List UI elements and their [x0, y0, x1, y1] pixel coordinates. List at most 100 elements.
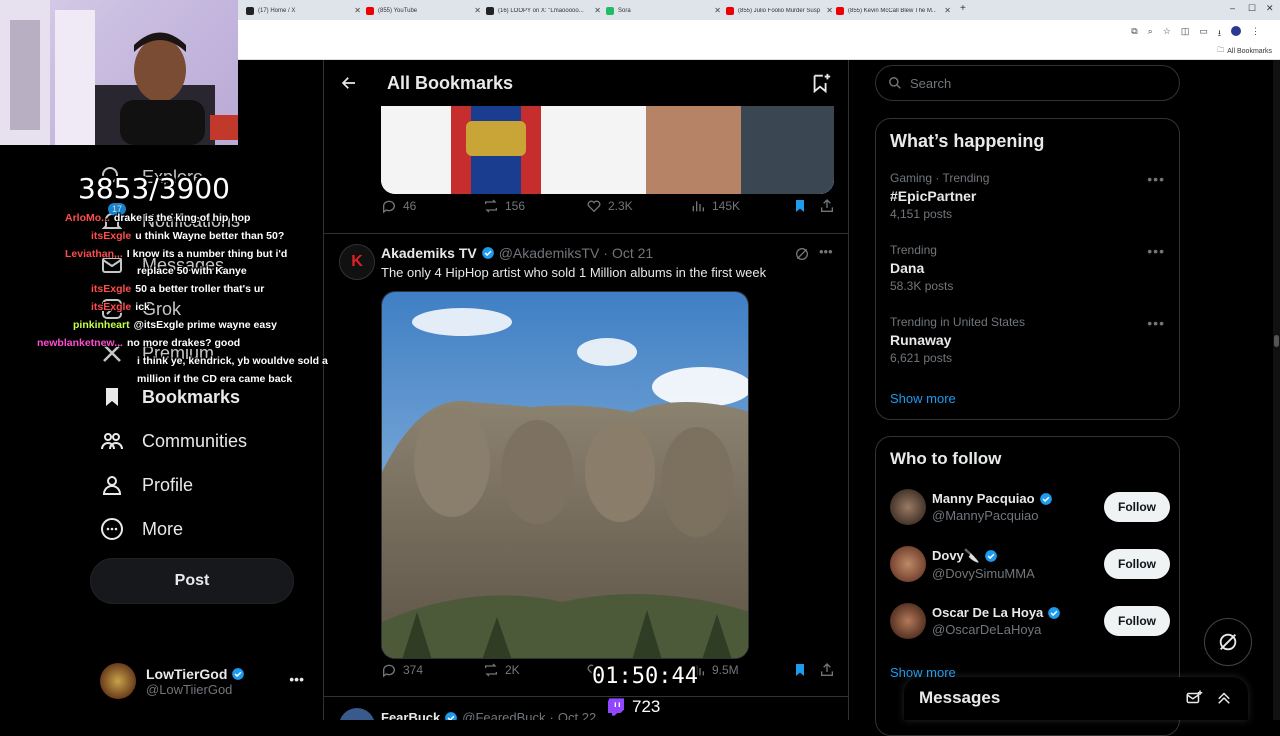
close-icon[interactable]: ✕: [944, 6, 951, 15]
tweet-author[interactable]: Akademiks TV: [381, 245, 477, 261]
scrollbar-thumb[interactable]: [1274, 335, 1279, 347]
more-dots-icon[interactable]: •••: [819, 244, 833, 259]
trend-item[interactable]: Gaming · Trending #EpicPartner 4,151 pos…: [890, 171, 989, 221]
close-icon[interactable]: ✕: [826, 6, 833, 15]
sidebar-icon[interactable]: ▭: [1199, 26, 1208, 42]
nav-communities[interactable]: Communities: [100, 429, 247, 453]
follow-suggestion[interactable]: Oscar De La Hoya @OscarDeLaHoya Follow: [890, 603, 1170, 639]
tab-title: (855) Julio Foolio Murder Susp...: [738, 7, 820, 14]
browser-tab[interactable]: (16) LOOPY on X: "Lmaooooo... ✕: [486, 3, 601, 18]
retweet-button[interactable]: 156: [483, 198, 525, 214]
minimize-icon[interactable]: –: [1230, 3, 1235, 13]
close-icon[interactable]: ✕: [474, 6, 481, 15]
bookmark-filled-icon[interactable]: [792, 662, 808, 678]
nav-profile[interactable]: Profile: [100, 473, 193, 497]
trend-name: #EpicPartner: [890, 188, 977, 204]
chat-username: itsExgle: [91, 283, 132, 295]
reply-button[interactable]: 46: [381, 198, 416, 214]
share-icon[interactable]: [819, 662, 835, 678]
bookmark-filled-icon[interactable]: [792, 198, 808, 214]
tweet-image[interactable]: [381, 291, 749, 659]
browser-tab[interactable]: (855) YouTube ✕: [366, 3, 481, 18]
tab-title: Sora: [618, 7, 631, 14]
youtube-icon: [726, 6, 734, 15]
retweet-count: 156: [505, 199, 526, 213]
more-dots-icon[interactable]: •••: [1147, 171, 1165, 187]
maximize-icon[interactable]: ☐: [1248, 3, 1256, 14]
follow-suggestion[interactable]: Dovy🔪 @DovySimuMMA Follow: [890, 546, 1170, 582]
close-icon[interactable]: ✕: [594, 6, 601, 15]
trend-item[interactable]: Trending in United States Runaway 6,621 …: [890, 315, 1025, 365]
more-dots-icon[interactable]: •••: [1147, 243, 1165, 259]
close-icon[interactable]: ✕: [354, 6, 361, 15]
tweet-author[interactable]: FearBuck: [381, 710, 440, 720]
tweet-header: FearBuck @FearedBuck · Oct 22: [381, 710, 596, 720]
grok-floating-button[interactable]: [1204, 618, 1252, 666]
avatar[interactable]: [339, 708, 375, 720]
communities-icon: [101, 433, 123, 450]
new-message-icon[interactable]: [1185, 689, 1203, 707]
new-tab-button[interactable]: +: [960, 3, 966, 14]
follow-button[interactable]: Follow: [1104, 492, 1170, 522]
zoom-icon[interactable]: ⌕: [1148, 26, 1153, 42]
post-button[interactable]: Post: [90, 558, 294, 604]
more-dots-icon[interactable]: •••: [1147, 315, 1165, 331]
close-icon[interactable]: ✕: [714, 6, 721, 15]
all-bookmarks-link[interactable]: All Bookmarks: [1227, 48, 1272, 55]
search-input[interactable]: Search: [875, 65, 1180, 101]
retweet-button[interactable]: 2K: [483, 662, 520, 678]
x-logo-icon: [246, 6, 254, 15]
avatar[interactable]: K: [339, 244, 375, 280]
chat-username: ArloMo...: [65, 212, 110, 224]
browser-tab[interactable]: Sora ✕: [606, 3, 721, 18]
views-button[interactable]: 145K: [690, 198, 740, 214]
follow-button[interactable]: Follow: [1104, 549, 1170, 579]
tweet-media[interactable]: [381, 106, 834, 194]
account-switcher[interactable]: LowTierGod @LowTiierGod •••: [100, 663, 310, 699]
trend-count: 6,621 posts: [890, 351, 953, 365]
nav-more[interactable]: More: [100, 517, 183, 541]
profile-avatar[interactable]: [1231, 26, 1241, 36]
browser-tab[interactable]: (17) Home / X ✕: [246, 3, 361, 18]
search-placeholder: Search: [910, 75, 952, 91]
browser-tab-strip: (17) Home / X ✕ (855) YouTube ✕ (16) LOO…: [238, 0, 1280, 20]
grok-icon[interactable]: [794, 246, 810, 262]
window-close-icon[interactable]: ✕: [1266, 3, 1274, 14]
tweet-handle[interactable]: @FearedBuck: [462, 710, 545, 720]
follow-suggestion[interactable]: Manny Pacquiao @MannyPacquiao Follow: [890, 489, 1170, 525]
nav-label: Communities: [142, 430, 248, 451]
akademiks-logo-icon: K: [351, 253, 363, 270]
install-icon[interactable]: ⧉: [1131, 26, 1137, 42]
download-icon[interactable]: ⭳: [1218, 26, 1221, 42]
back-arrow-icon[interactable]: [340, 74, 358, 92]
main-column: All Bookmarks 46 156 2.3K 145K K Akademi…: [323, 60, 849, 720]
chevron-up-icon[interactable]: [1215, 689, 1233, 707]
tweet-date[interactable]: Oct 22: [558, 710, 596, 720]
more-dots-icon[interactable]: •••: [289, 671, 304, 687]
scrollbar[interactable]: [1273, 60, 1280, 720]
trend-item[interactable]: Trending Dana 58.3K posts: [890, 243, 953, 293]
browser-tab[interactable]: (855) Julio Foolio Murder Susp... ✕: [726, 3, 833, 18]
account-handle: @OscarDeLaHoya: [932, 622, 1042, 637]
star-icon[interactable]: ☆: [1163, 26, 1171, 42]
follow-button[interactable]: Follow: [1104, 606, 1170, 636]
show-more-link[interactable]: Show more: [890, 391, 956, 406]
menu-icon[interactable]: ⋮: [1251, 26, 1260, 42]
youtube-icon: [836, 6, 844, 15]
tweet-date[interactable]: Oct 21: [612, 245, 653, 261]
retweet-icon: [485, 199, 497, 213]
messages-drawer[interactable]: Messages: [904, 677, 1248, 720]
reply-button[interactable]: 374: [381, 662, 423, 678]
verified-badge-icon: [232, 667, 245, 680]
viewer-count: 723: [608, 697, 660, 717]
browser-tab[interactable]: (855) Kevin McCall Blew The M... ✕: [836, 3, 951, 18]
bookmark-add-icon[interactable]: [810, 72, 832, 94]
tab-title: (17) Home / X: [258, 7, 296, 14]
account-handle: @MannyPacquiao: [932, 508, 1039, 523]
address-bar[interactable]: ⧉ ⌕ ☆ ◫ ▭ ⭳ ⋮: [238, 20, 1280, 44]
like-button[interactable]: 2.3K: [586, 198, 633, 214]
chat-username: newblanketnew...: [37, 337, 123, 349]
share-icon[interactable]: [819, 198, 835, 214]
tweet-handle[interactable]: @AkademiksTV: [499, 245, 600, 261]
extensions-icon[interactable]: ◫: [1181, 26, 1190, 42]
